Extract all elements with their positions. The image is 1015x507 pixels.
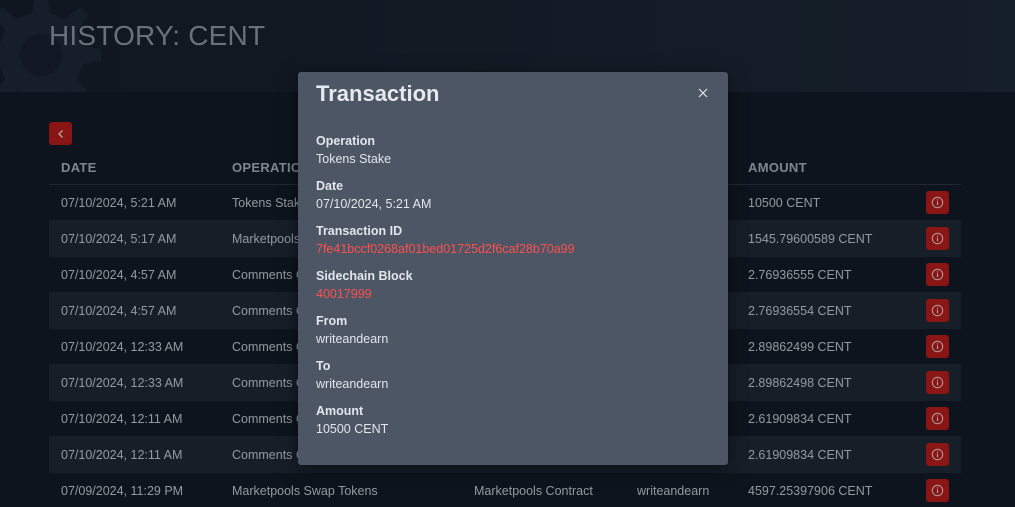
field-label: Transaction ID	[316, 224, 403, 238]
field-label: Date	[316, 179, 344, 193]
field-from: From writeandearn	[316, 313, 388, 348]
field-date: Date 07/10/2024, 5:21 AM	[316, 178, 431, 213]
field-label: Sidechain Block	[316, 269, 413, 283]
field-value: writeandearn	[316, 377, 389, 391]
field-value: Tokens Stake	[316, 152, 392, 166]
field-sidechain-block: Sidechain Block 40017999	[316, 268, 413, 303]
field-label: From	[316, 314, 348, 328]
field-operation: Operation Tokens Stake	[316, 133, 391, 168]
field-label: To	[316, 359, 331, 373]
field-value: 07/10/2024, 5:21 AM	[316, 197, 432, 211]
field-to: To writeandearn	[316, 358, 388, 393]
field-value: 10500 CENT	[316, 422, 389, 436]
transaction-id-link[interactable]: 7fe41bccf0268af01bed01725d2f6caf28b70a99	[316, 241, 575, 258]
field-value: writeandearn	[316, 332, 389, 346]
field-label: Operation	[316, 134, 376, 148]
field-label: Amount	[316, 404, 364, 418]
close-icon[interactable]	[696, 86, 710, 100]
field-transaction-id: Transaction ID 7fe41bccf0268af01bed01725…	[316, 223, 575, 258]
field-amount: Amount 10500 CENT	[316, 403, 388, 438]
transaction-modal: Transaction Operation Tokens Stake Date …	[298, 72, 728, 465]
sidechain-block-link[interactable]: 40017999	[316, 286, 413, 303]
modal-title: Transaction	[316, 81, 440, 106]
